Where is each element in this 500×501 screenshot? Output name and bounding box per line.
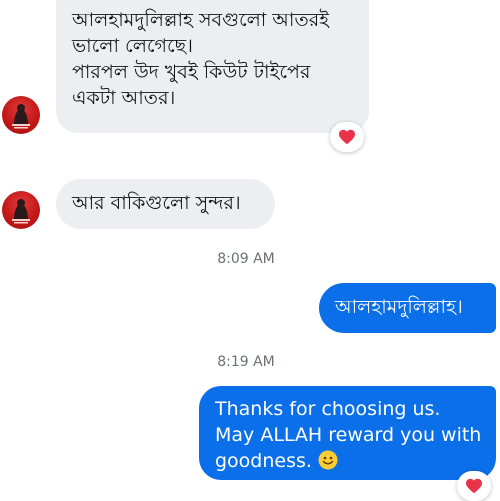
smiling-face-icon: [318, 450, 338, 470]
store-logo-icon: [12, 104, 30, 129]
message-text-line: আলহামদুলিল্লাহ।: [335, 296, 463, 318]
message-text-line: পারপল উদ খুবই কিউট টাইপের: [72, 61, 311, 83]
avatar[interactable]: [2, 191, 40, 229]
message-text-line: goodness.: [215, 448, 488, 474]
message-text-line: একটা আতর।: [72, 87, 176, 109]
message-text-line: আর বাকিগুলো সুন্দর।: [72, 192, 241, 214]
store-logo-icon: [12, 199, 30, 224]
message-text-line: May ALLAH reward you with: [215, 424, 482, 446]
message-text-line: আলহামদুলিল্লাহ সবগুলো আতরই: [72, 9, 330, 31]
message-text-line: Thanks for choosing us.: [215, 398, 441, 420]
incoming-message-bubble[interactable]: আর বাকিগুলো সুন্দর।: [56, 179, 275, 229]
message-timestamp: 8:19 AM: [217, 354, 275, 370]
outgoing-message-bubble[interactable]: আলহামদুলিল্লাহ।: [319, 283, 496, 333]
outgoing-message-bubble[interactable]: Thanks for choosing us. May ALLAH reward…: [199, 386, 496, 480]
message-timestamp: 8:09 AM: [217, 251, 275, 267]
heart-reaction[interactable]: [330, 122, 364, 152]
incoming-message-bubble[interactable]: আলহামদুলিল্লাহ সবগুলো আতরই ভালো লেগেছে। …: [56, 0, 369, 133]
heart-reaction[interactable]: [457, 471, 491, 501]
heart-icon: [339, 129, 355, 145]
heart-icon: [466, 478, 482, 494]
message-text-segment: goodness.: [215, 450, 312, 472]
avatar[interactable]: [2, 96, 40, 134]
message-text-line: ভালো লেগেছে।: [72, 35, 193, 57]
